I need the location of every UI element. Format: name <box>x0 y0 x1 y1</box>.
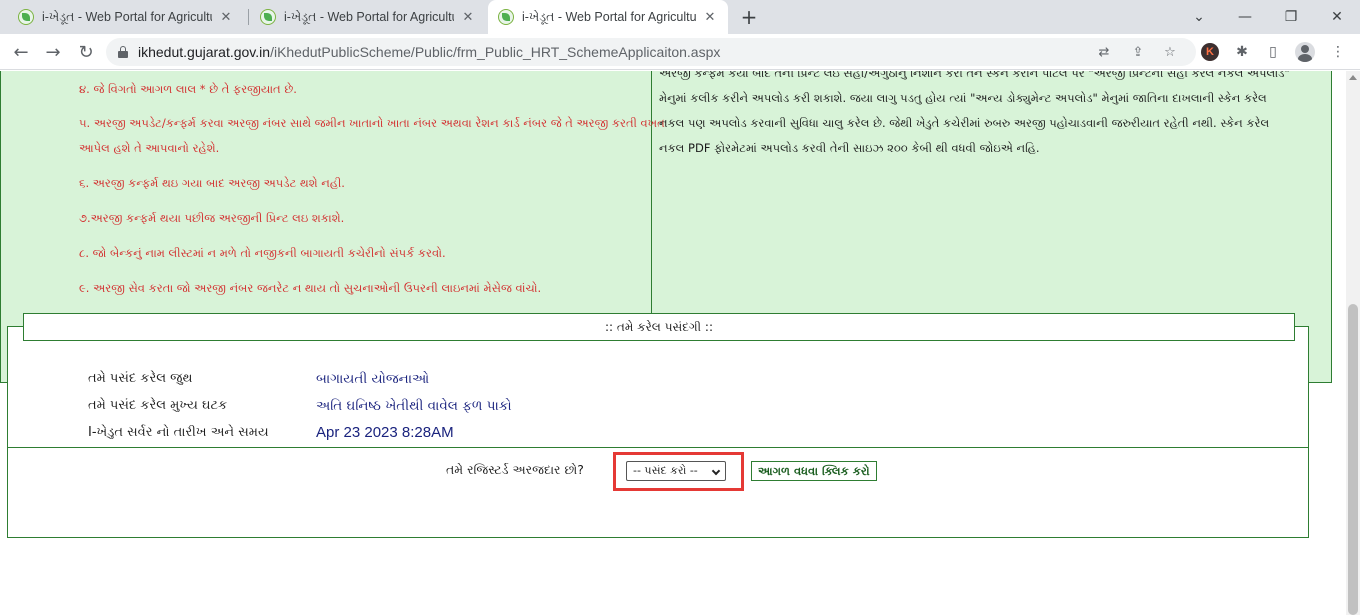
instruction-line: નકલ પણ અપલોડ કરવાની સુવિધા ચાલુ કરેલ છે.… <box>659 116 1270 130</box>
menu-kebab-icon[interactable]: ⋮ <box>1328 42 1348 62</box>
share-icon[interactable]: ⇪ <box>1130 44 1146 60</box>
url-host: ikhedut.gujarat.gov.in <box>138 44 271 60</box>
selected-group-label: તમે પસંદ કરેલ જુથ <box>88 371 193 386</box>
browser-toolbar: ← → ↻ ikhedut.gujarat.gov.in/iKhedutPubl… <box>0 34 1360 70</box>
window-close-icon[interactable]: ✕ <box>1314 0 1360 34</box>
browser-tab-bar: i-ખેડૂત - Web Portal for Agricultur ✕ i-… <box>0 0 1360 34</box>
selection-header: :: તમે કરેલ પસંદગી :: <box>23 313 1295 341</box>
tab-title: i-ખેડૂત - Web Portal for Agricultur <box>522 9 696 24</box>
browser-tab-3-active[interactable]: i-ખેડૂત - Web Portal for Agricultur ✕ <box>488 0 728 34</box>
proceed-button[interactable]: આગળ વધવા ક્લિક કરો <box>751 461 877 481</box>
server-datetime-value: Apr 23 2023 8:28AM <box>316 424 454 441</box>
instruction-line: ૬. અરજી કન્ફર્મ થઇ ગયા બાદ અરજી અપડેટ થશ… <box>79 176 345 190</box>
extension-k-letter: K <box>1201 43 1219 61</box>
instruction-line: આપેલ હશે તે આપવાનો રહેશે. <box>79 141 220 155</box>
tab-title: i-ખેડૂત - Web Portal for Agricultur <box>42 9 212 24</box>
page-scrollbar[interactable] <box>1346 71 1360 615</box>
server-datetime-label: I-ખેડુત સર્વર નો તારીખ અને સમય <box>88 425 269 440</box>
restore-icon[interactable]: ❐ <box>1268 0 1314 34</box>
chevron-down-icon <box>711 466 721 476</box>
instruction-line: ૮. જો બેન્કનું નામ લીસ્ટમાં ન મળે તો નજી… <box>79 246 446 260</box>
side-panel-icon[interactable]: ▯ <box>1263 42 1283 62</box>
ikhedut-favicon-icon <box>260 9 276 25</box>
back-arrow-icon[interactable]: ← <box>8 39 34 65</box>
instruction-line: ૯. અરજી સેવ કરતા જો અરજી નંબર જનરેટ ન થા… <box>79 281 542 295</box>
instruction-line: અરજી કન્ફર્મ કર્યા બાદ તેની પ્રિન્ટ લઇ સ… <box>659 71 1290 80</box>
close-icon[interactable]: ✕ <box>460 9 476 25</box>
forward-arrow-icon[interactable]: → <box>40 39 66 65</box>
minimize-icon[interactable]: — <box>1222 0 1268 34</box>
instruction-line: ૫. અરજી અપડેટ/કન્ફર્મ કરવા અરજી નંબર સાથ… <box>79 116 665 130</box>
lock-icon[interactable] <box>118 46 128 58</box>
url-text: ikhedut.gujarat.gov.in/iKhedutPublicSche… <box>138 44 720 60</box>
close-icon[interactable]: ✕ <box>702 9 718 25</box>
instruction-line: નકલ PDF ફોરમેટમાં અપલોડ કરવી તેની સાઇઝ ૨… <box>659 141 1040 155</box>
selected-component-label: તમે પસંદ કરેલ મુખ્ય ઘટક <box>88 398 228 413</box>
scroll-up-arrow-icon[interactable] <box>1349 75 1357 80</box>
selected-component-value: અતિ ઘનિષ્ઠ ખેતીથી વાવેલ ફળ પાકો <box>316 398 512 414</box>
bookmark-star-icon[interactable]: ☆ <box>1162 44 1178 60</box>
registered-applicant-select[interactable]: -- પસંદ કરો -- <box>626 461 726 481</box>
translate-icon[interactable]: ⇄ <box>1096 44 1112 60</box>
scroll-thumb[interactable] <box>1348 304 1358 615</box>
selection-summary-panel: :: તમે કરેલ પસંદગી :: તમે પસંદ કરેલ જુથ … <box>7 313 1309 538</box>
tab-search-chevron-icon[interactable]: ⌄ <box>1176 0 1222 34</box>
url-path: /iKhedutPublicScheme/Public/frm_Public_H… <box>270 44 721 60</box>
page-viewport: ૪. જે વિગતો આગળ લાલ * છે તે ફરજીયાત છે. … <box>0 71 1346 615</box>
reload-icon[interactable]: ↻ <box>73 39 99 65</box>
browser-tab-2[interactable]: i-ખેડૂત - Web Portal for Agricultur ✕ <box>250 0 486 34</box>
new-tab-plus-icon[interactable]: + <box>738 5 760 29</box>
extensions-puzzle-icon[interactable]: ✱ <box>1232 42 1252 62</box>
instruction-line: ૪. જે વિગતો આગળ લાલ * છે તે ફરજીયાત છે. <box>79 82 297 96</box>
section-divider <box>8 447 1308 448</box>
select-value: -- પસંદ કરો -- <box>633 464 698 477</box>
instruction-line: મેનુમાં કલીક કરીને અપલોડ કરી શકાશે. જયા … <box>659 91 1267 105</box>
ikhedut-favicon-icon <box>18 9 34 25</box>
address-bar[interactable]: ikhedut.gujarat.gov.in/iKhedutPublicSche… <box>106 38 1196 66</box>
tab-title: i-ખેડૂત - Web Portal for Agricultur <box>284 9 454 24</box>
registered-applicant-question: તમે રજિસ્ટર્ડ અરજદાર છો? <box>446 462 584 477</box>
account-avatar-icon[interactable] <box>1295 42 1315 62</box>
extension-profile-k-icon[interactable]: K <box>1200 42 1220 62</box>
ikhedut-favicon-icon <box>498 9 514 25</box>
close-icon[interactable]: ✕ <box>218 9 234 25</box>
instruction-line: ૭.અરજી કન્ફર્મ થયા પછીજ અરજીની પ્રિન્ટ લ… <box>79 211 345 225</box>
selected-group-value: બાગાયતી યોજનાઓ <box>316 371 430 387</box>
browser-tab-1[interactable]: i-ખેડૂત - Web Portal for Agricultur ✕ <box>8 0 244 34</box>
